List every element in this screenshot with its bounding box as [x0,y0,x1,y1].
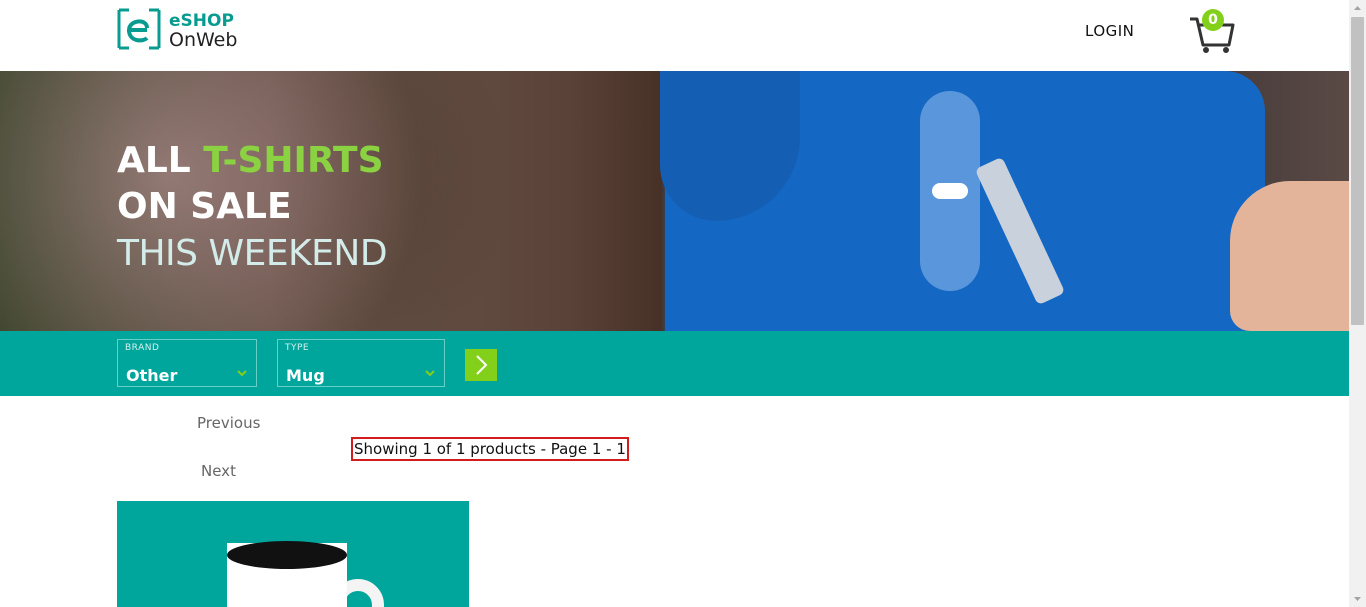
chevron-right-icon [476,355,488,375]
hero-banner: ALL T-SHIRTS ON SALE THIS WEEKEND [0,71,1349,331]
cart-button[interactable]: 0 [1189,9,1235,55]
apply-filter-button[interactable] [465,349,497,381]
cloud-icon [932,183,968,199]
type-select-value: Mug [286,366,325,385]
logo-e-icon [117,8,161,50]
mug-rim [227,541,347,569]
site-header: eSHOP OnWeb LOGIN 0 [0,0,1349,71]
cart-count-badge: 0 [1202,9,1224,31]
chevron-down-icon [425,370,435,377]
chevron-down-icon [237,370,247,377]
next-page-link[interactable]: Next [201,462,236,480]
logo-text-onweb: OnWeb [169,29,238,51]
hero-line-2: ON SALE [117,186,292,227]
login-link[interactable]: LOGIN [1085,22,1134,40]
type-select-label: TYPE [285,343,310,353]
scroll-up-arrow-icon[interactable] [1349,0,1366,17]
hero-headline: ALL T-SHIRTS ON SALE THIS WEEKEND [117,138,388,278]
brand-select[interactable]: BRAND Other [117,339,257,387]
brand-select-value: Other [126,366,178,385]
hero-line-3: THIS WEEKEND [117,233,388,274]
hero-line-1: ALL T-SHIRTS [117,138,387,184]
scroll-down-arrow-icon[interactable] [1349,590,1366,607]
hero-line-1-prefix: ALL [117,140,204,181]
product-card-image[interactable] [117,501,469,607]
previous-page-link[interactable]: Previous [197,414,260,432]
type-select[interactable]: TYPE Mug [277,339,445,387]
filter-bar: BRAND Other TYPE Mug [0,331,1349,396]
eshop-logo[interactable]: eSHOP OnWeb [117,8,247,54]
hero-line-1-highlight: T-SHIRTS [203,140,384,181]
pagination-status: Showing 1 of 1 products - Page 1 - 1 [351,437,629,461]
hero-arm-image [1230,181,1349,331]
scrollbar-thumb[interactable] [1351,17,1364,325]
brand-select-label: BRAND [125,343,160,353]
page-scrollbar[interactable] [1349,0,1366,607]
logo-text-eshop: eSHOP [169,11,234,31]
